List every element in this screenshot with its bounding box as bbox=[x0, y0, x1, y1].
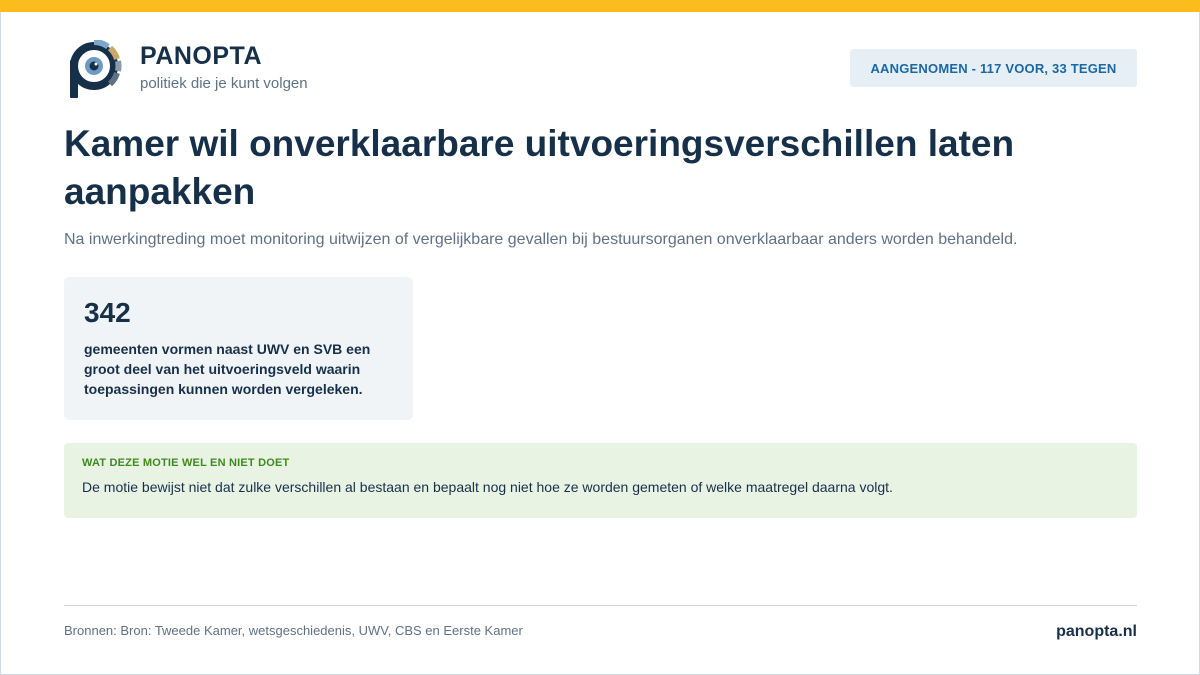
page-title: Kamer wil onverklaarbare uitvoeringsvers… bbox=[64, 123, 1015, 212]
site-link[interactable]: panopta.nl bbox=[1056, 623, 1137, 641]
stat-number: 342 bbox=[84, 297, 131, 328]
status-badge: AANGENOMEN - 117 VOOR, 33 TEGEN bbox=[850, 49, 1137, 87]
info-heading: WAT DEZE MOTIE WEL EN NIET DOET bbox=[82, 457, 290, 469]
accent-bar bbox=[0, 0, 1200, 12]
brand-tagline: politiek die je kunt volgen bbox=[140, 75, 308, 92]
eye-p-logo-icon bbox=[70, 40, 122, 98]
info-box: WAT DEZE MOTIE WEL EN NIET DOET De motie… bbox=[64, 443, 1137, 518]
brand-name: PANOPTA bbox=[140, 42, 263, 70]
stat-description: gemeenten vormen naast UWV en SVB een gr… bbox=[84, 341, 371, 397]
footer-divider bbox=[64, 605, 1137, 606]
sources-text: Bronnen: Bron: Tweede Kamer, wetsgeschie… bbox=[64, 623, 523, 638]
stat-card: 342 gemeenten vormen naast UWV en SVB ee… bbox=[64, 277, 413, 420]
article-subtitle: Na inwerkingtreding moet monitoring uitw… bbox=[64, 231, 1018, 248]
info-text: De motie bewijst niet dat zulke verschil… bbox=[82, 479, 893, 495]
